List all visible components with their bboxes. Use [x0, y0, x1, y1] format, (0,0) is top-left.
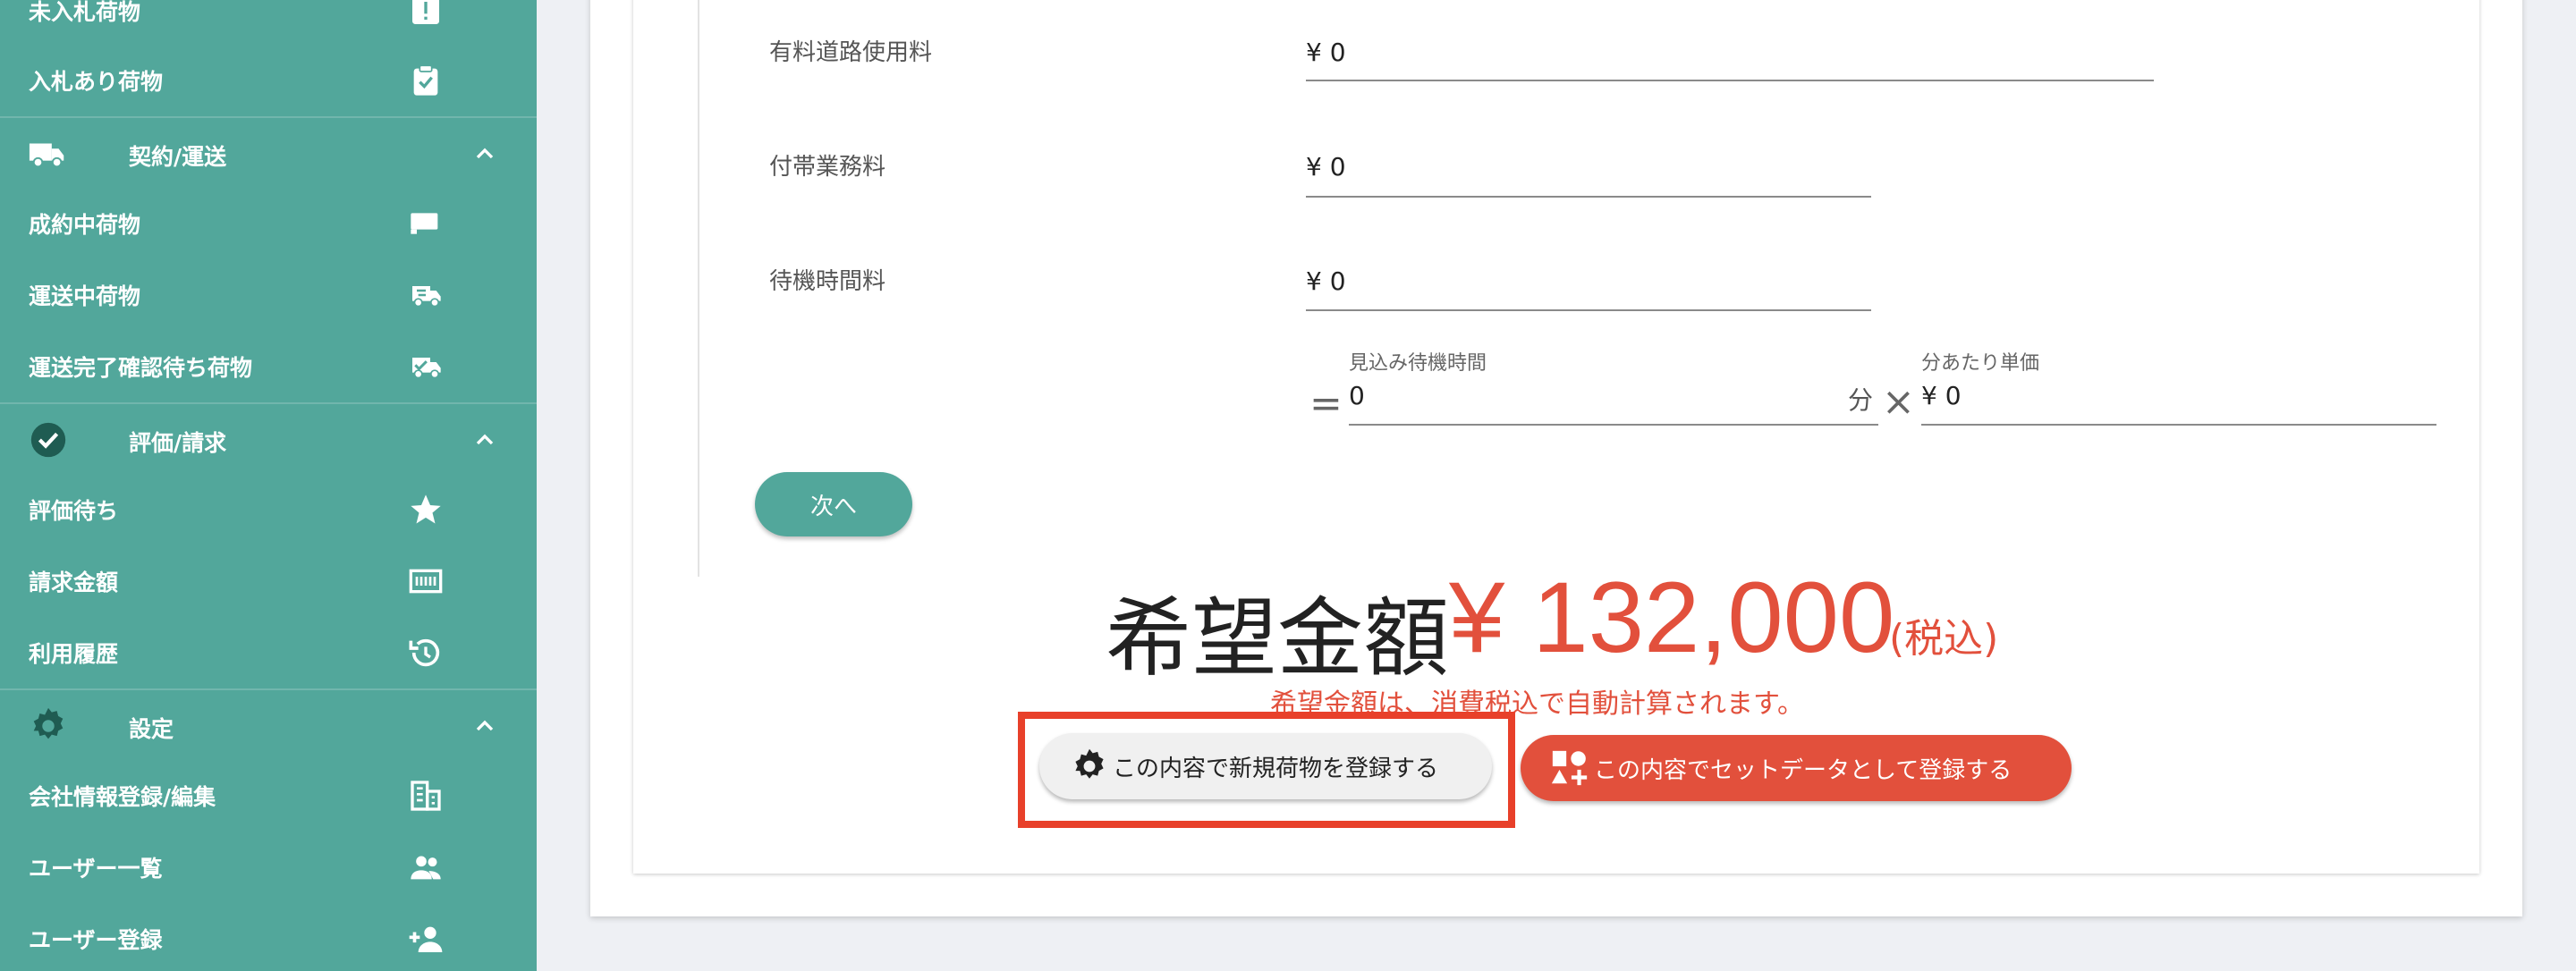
section-contract-transport[interactable]: 契約/運送 — [0, 116, 537, 188]
sidebar-item-history[interactable]: 利用履歴 — [0, 617, 537, 688]
chevron-up-icon — [476, 720, 494, 731]
sidebar-item-label: 請求金額 — [29, 570, 119, 595]
tax-included-label: (税込) — [1889, 616, 1999, 662]
unit-price-input[interactable]: ¥ 0 — [1921, 381, 1962, 410]
desired-price-value: ¥ 132,000 — [1449, 561, 1895, 673]
history-icon — [406, 637, 445, 669]
unit-price-underline — [1921, 424, 2436, 426]
chevron-up-icon — [476, 434, 494, 445]
sidebar-item-user-list[interactable]: ユーザー一覧 — [0, 832, 537, 903]
sidebar-item-with-bid[interactable]: 入札あり荷物 — [0, 45, 537, 116]
check-circle-icon — [27, 420, 70, 460]
sidebar-item-label: 運送中荷物 — [29, 283, 141, 309]
incidental-fee-label: 付帯業務料 — [769, 154, 886, 181]
invoice-icon — [406, 565, 445, 597]
sidebar-item-label: 利用履歴 — [29, 641, 119, 667]
toll-fee-label: 有料道路使用料 — [769, 39, 933, 66]
incidental-fee-input[interactable]: ¥ 0 — [1306, 152, 1346, 182]
truck-fast-icon — [406, 279, 445, 311]
chevron-up-icon — [476, 148, 494, 159]
step-connector-line — [698, 0, 699, 577]
alert-box-icon — [406, 0, 445, 27]
sidebar-item-label: 運送完了確認待ち荷物 — [29, 355, 253, 381]
sidebar-item-awaiting-confirmation[interactable]: 運送完了確認待ち荷物 — [0, 331, 537, 402]
sidebar-item-no-bid[interactable]: 未入札荷物 — [0, 0, 537, 46]
sidebar: 未入札荷物 入札あり荷物 契約/運送 成約中荷物 運送中荷物 運送完了確認待ち荷… — [0, 0, 537, 971]
waiting-fee-underline — [1306, 309, 1871, 311]
minutes-unit: 分 — [1848, 385, 1874, 415]
sidebar-item-label: 成約中荷物 — [29, 212, 141, 238]
desired-price-title: 希望金額 — [1106, 588, 1449, 688]
equals-sign: = — [1309, 381, 1343, 426]
section-label: 評価/請求 — [129, 430, 227, 456]
sidebar-item-user-register[interactable]: ユーザー登録 — [0, 903, 537, 971]
truck-icon — [406, 207, 445, 240]
truck-check-icon — [406, 350, 445, 383]
register-set-data-button[interactable]: この内容でセットデータとして登録する — [1521, 735, 2072, 801]
sidebar-item-contracted[interactable]: 成約中荷物 — [0, 188, 537, 259]
toll-fee-underline — [1306, 80, 2154, 81]
section-settings[interactable]: 設定 — [0, 688, 537, 760]
star-icon — [406, 494, 445, 526]
estimated-wait-input[interactable]: 0 — [1349, 381, 1365, 410]
estimated-wait-label: 見込み待機時間 — [1349, 352, 1487, 375]
unit-price-label: 分あたり単価 — [1921, 352, 2040, 375]
section-evaluation-billing[interactable]: 評価/請求 — [0, 402, 537, 474]
truck-icon — [27, 134, 70, 173]
times-sign: × — [1882, 379, 1915, 425]
shapes-add-icon — [1551, 750, 1588, 786]
sidebar-item-awaiting-evaluation[interactable]: 評価待ち — [0, 474, 537, 545]
toll-fee-input[interactable]: ¥ 0 — [1306, 38, 1346, 67]
register-set-data-label: この内容でセットデータとして登録する — [1594, 756, 2012, 784]
section-label: 契約/運送 — [129, 144, 227, 170]
sidebar-item-label: 会社情報登録/編集 — [29, 784, 216, 810]
sidebar-item-company-info[interactable]: 会社情報登録/編集 — [0, 760, 537, 832]
gear-icon — [27, 706, 70, 746]
sidebar-item-label: 入札あり荷物 — [29, 69, 164, 95]
clipboard-check-icon — [406, 64, 445, 97]
sidebar-item-billing[interactable]: 請求金額 — [0, 545, 537, 617]
estimated-wait-underline — [1349, 424, 1878, 426]
sidebar-item-label: 未入札荷物 — [29, 0, 141, 25]
users-icon — [406, 851, 445, 883]
sidebar-item-label: ユーザー登録 — [29, 927, 163, 953]
person-add-icon — [406, 923, 445, 955]
sidebar-item-in-transit[interactable]: 運送中荷物 — [0, 259, 537, 331]
waiting-fee-label: 待機時間料 — [769, 268, 886, 295]
sidebar-item-label: ユーザー一覧 — [29, 856, 163, 882]
highlight-box — [1018, 712, 1515, 828]
building-icon — [406, 780, 445, 812]
incidental-fee-underline — [1306, 196, 1871, 198]
section-label: 設定 — [129, 716, 174, 742]
next-button[interactable]: 次へ — [755, 472, 912, 536]
waiting-fee-input[interactable]: ¥ 0 — [1306, 266, 1346, 296]
sidebar-item-label: 評価待ち — [29, 498, 119, 524]
